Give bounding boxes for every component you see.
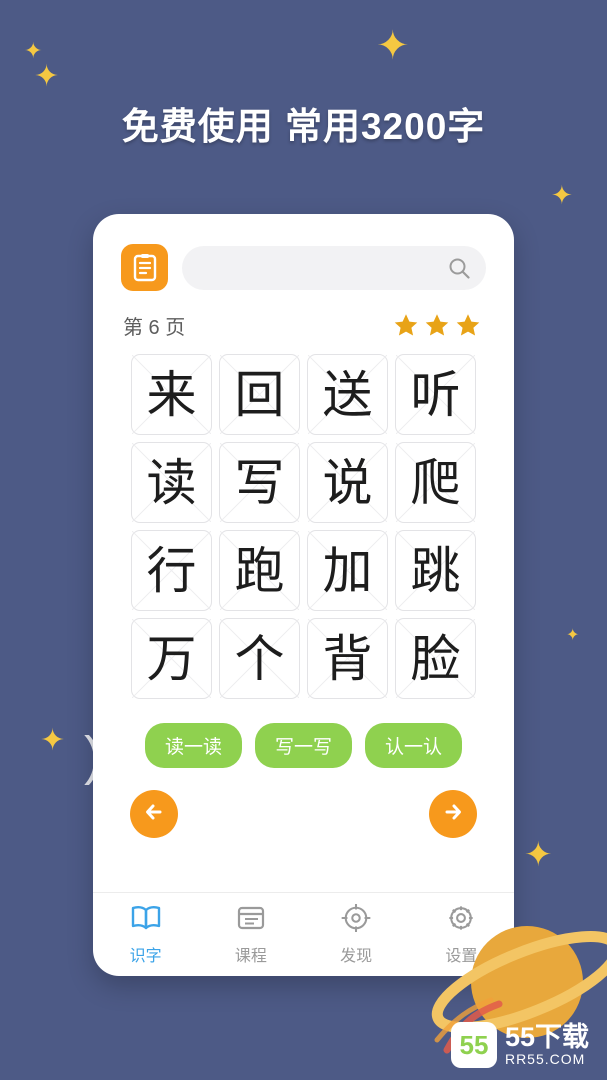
star-icon	[392, 312, 420, 339]
book-button[interactable]	[121, 244, 168, 291]
tab-settings[interactable]: 设置	[409, 904, 514, 966]
character-cell[interactable]: 跑	[219, 530, 300, 611]
character-glyph: 说	[322, 453, 373, 512]
character-grid: 来 回 送 听 读 写 说 爬 行 跑 加 跳 万 个 背 脸	[93, 344, 514, 699]
watermark-text: 55下载 RR55.COM	[505, 1023, 589, 1066]
character-glyph: 读	[146, 453, 197, 512]
recognize-button[interactable]: 认一认	[365, 723, 463, 768]
star-decoration: ✦	[566, 627, 580, 644]
read-button[interactable]: 读一读	[144, 723, 242, 768]
character-cell[interactable]: 回	[219, 354, 300, 435]
character-cell[interactable]: 加	[307, 530, 388, 611]
search-icon[interactable]	[448, 257, 470, 279]
character-glyph: 来	[146, 365, 197, 424]
character-glyph: 跑	[234, 541, 285, 600]
action-buttons: 读一读 写一写 认一认	[93, 699, 514, 768]
page-title: 免费使用 常用3200字	[121, 106, 486, 147]
character-glyph: 送	[322, 365, 373, 424]
star-decoration: ✦	[34, 60, 60, 93]
star-icon	[423, 312, 451, 339]
app-topbar	[93, 214, 514, 291]
gear-icon	[446, 904, 476, 937]
character-glyph: 脸	[410, 629, 461, 688]
tab-courses-label: 课程	[234, 947, 267, 965]
character-cell[interactable]: 爬	[395, 442, 476, 523]
write-button[interactable]: 写一写	[254, 723, 352, 768]
character-cell[interactable]: 来	[131, 354, 212, 435]
star-decoration: ✦	[24, 38, 43, 63]
character-cell[interactable]: 跳	[395, 530, 476, 611]
character-glyph: 爬	[410, 453, 461, 512]
character-glyph: 行	[146, 541, 197, 600]
watermark-sub: RR55.COM	[504, 1050, 586, 1067]
tab-discover[interactable]: 发现	[304, 902, 409, 966]
character-cell[interactable]: 个	[219, 618, 300, 699]
prev-page-button[interactable]	[130, 790, 178, 838]
tab-settings-label: 设置	[445, 947, 478, 965]
lesson-card-icon	[236, 904, 266, 937]
character-glyph: 万	[146, 629, 197, 688]
tab-courses[interactable]: 课程	[198, 904, 303, 966]
page-label: 第 6 页	[123, 317, 186, 339]
character-glyph: 个	[234, 629, 285, 688]
book-icon	[132, 253, 158, 282]
tab-literacy-label: 识字	[129, 947, 162, 965]
star-decoration: ✦	[551, 180, 573, 210]
character-cell[interactable]: 听	[395, 354, 476, 435]
star-icon	[454, 312, 482, 339]
character-cell[interactable]: 万	[131, 618, 212, 699]
search-input[interactable]	[182, 245, 486, 290]
character-glyph: 加	[322, 541, 373, 600]
rating-stars	[392, 312, 482, 339]
character-glyph: 跳	[410, 541, 461, 600]
watermark: 55 55下载 RR55.COM	[450, 1022, 589, 1068]
app-card: 第 6 页 来 回 送 听 读 写 说 爬 行 跑 加 跳 万 个 背 脸 读一…	[93, 214, 514, 976]
character-cell[interactable]: 读	[131, 442, 212, 523]
arrow-left-icon	[141, 799, 167, 830]
character-glyph: 回	[234, 365, 285, 424]
arrow-right-icon	[440, 799, 466, 830]
book-open-icon	[129, 904, 163, 937]
character-cell[interactable]: 写	[219, 442, 300, 523]
character-cell[interactable]: 说	[307, 442, 388, 523]
character-cell[interactable]: 背	[307, 618, 388, 699]
page-indicator-row: 第 6 页	[93, 291, 514, 344]
character-cell[interactable]: 脸	[395, 618, 476, 699]
star-decoration: ✦	[376, 24, 410, 68]
bottom-tab-bar: 识字 课程 发现 设置	[93, 892, 514, 976]
pagination-controls	[93, 768, 514, 838]
watermark-main: 55下载	[504, 1022, 589, 1053]
watermark-badge: 55	[450, 1022, 497, 1068]
star-decoration: ✦	[40, 724, 66, 757]
character-glyph: 听	[410, 365, 461, 424]
next-page-button[interactable]	[429, 790, 477, 838]
character-glyph: 背	[322, 629, 373, 688]
tab-literacy[interactable]: 识字	[93, 904, 198, 966]
tab-discover-label: 发现	[340, 947, 373, 965]
character-glyph: 写	[234, 453, 285, 512]
star-decoration: ✦	[524, 836, 553, 874]
character-cell[interactable]: 行	[131, 530, 212, 611]
compass-icon	[341, 902, 371, 937]
character-cell[interactable]: 送	[307, 354, 388, 435]
